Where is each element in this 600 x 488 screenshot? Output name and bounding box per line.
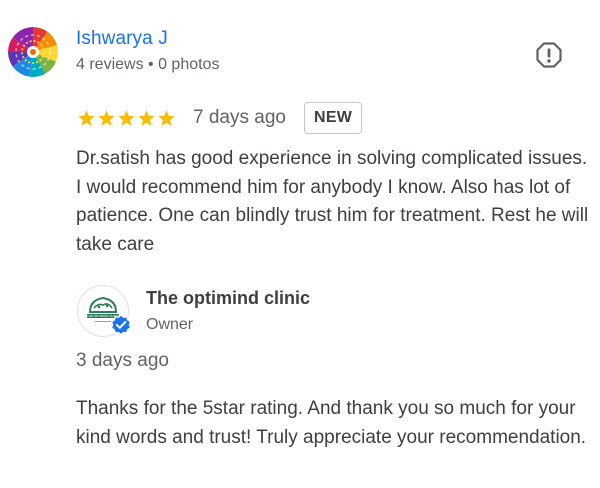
reviewer-name[interactable]: Ishwarya J bbox=[76, 28, 168, 50]
rating-row: 7 days ago NEW bbox=[77, 101, 363, 135]
report-button[interactable] bbox=[535, 41, 563, 69]
star-rating bbox=[77, 109, 176, 128]
verified-badge-icon bbox=[110, 314, 132, 336]
spiral-avatar-image bbox=[8, 27, 58, 77]
owner-role: Owner bbox=[146, 316, 194, 333]
star-icon bbox=[98, 109, 115, 126]
star-icon bbox=[138, 109, 155, 126]
owner-name[interactable]: The optimind clinic bbox=[146, 288, 310, 309]
reply-text: Thanks for the 5star rating. And thank y… bbox=[76, 398, 587, 448]
review-text: Dr.satish has good experience in solving… bbox=[76, 148, 589, 255]
reviewer-meta: 4 reviews • 0 photos bbox=[76, 56, 220, 73]
reviewer-avatar[interactable] bbox=[8, 27, 58, 77]
reply-time: 3 days ago bbox=[76, 350, 169, 371]
star-icon bbox=[118, 109, 135, 126]
new-badge: NEW bbox=[303, 102, 363, 134]
review-time: 7 days ago bbox=[193, 107, 286, 128]
star-icon bbox=[158, 109, 175, 126]
report-flag-icon bbox=[536, 42, 562, 68]
star-icon bbox=[78, 109, 95, 126]
